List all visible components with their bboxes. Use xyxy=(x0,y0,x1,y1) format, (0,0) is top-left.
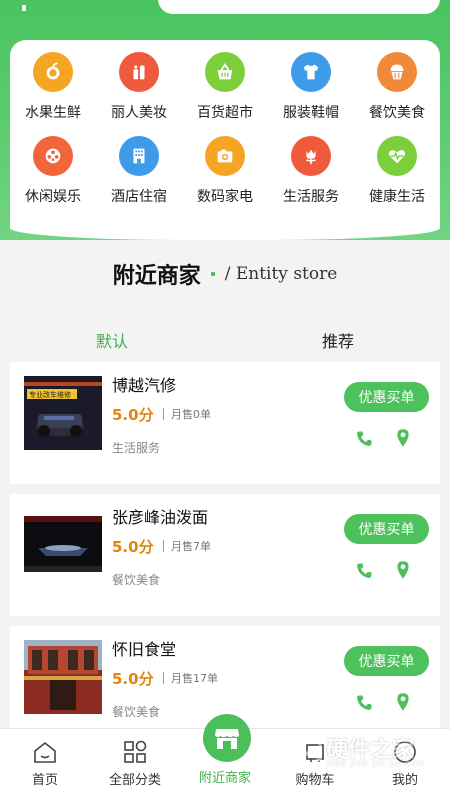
store-score: 5.0分 xyxy=(112,670,154,688)
category-label: 健康生活 xyxy=(369,189,425,205)
category-clothing[interactable]: 服装鞋帽 xyxy=(268,52,354,122)
watermark: 硬件之家 YING JIAN ZHI JIA.COM xyxy=(290,728,440,776)
store-thumbnail xyxy=(24,640,102,714)
store-category: 餐饮美食 xyxy=(112,573,161,587)
tab-recommend[interactable]: 推荐 xyxy=(322,328,354,352)
category-grid: 水果生鲜 丽人美妆 百货超市 服装鞋帽 餐饮美食 休闲娱乐 酒店住宿 数码家电 … xyxy=(10,52,440,206)
nav-all-categories[interactable]: 全部分类 xyxy=(90,729,180,800)
nav-home[interactable]: 首页 xyxy=(0,729,90,800)
store-thumbnail xyxy=(24,508,102,582)
category-beauty[interactable]: 丽人美妆 xyxy=(96,52,182,122)
thumb-text: 专业改车维修 xyxy=(29,390,71,399)
store-card[interactable]: 专业改车维修 博越汽修 5.0分 月售0单 生活服务 优惠买单 xyxy=(10,362,440,484)
category-label: 休闲娱乐 xyxy=(25,189,81,205)
category-label: 百货超市 xyxy=(197,105,253,121)
category-life-service[interactable]: 生活服务 xyxy=(268,136,354,206)
flower-icon xyxy=(291,136,331,176)
phone-icon[interactable] xyxy=(355,562,373,580)
category-hotel[interactable]: 酒店住宿 xyxy=(96,136,182,206)
category-entertainment[interactable]: 休闲娱乐 xyxy=(10,136,96,206)
store-sales: 月售0单 xyxy=(171,408,211,421)
store-score: 5.0分 xyxy=(112,406,154,424)
cupcake-icon xyxy=(377,52,417,92)
camera-icon xyxy=(205,136,245,176)
nav-label: 附近商家 xyxy=(198,771,251,786)
store-category: 生活服务 xyxy=(112,441,161,455)
category-label: 餐饮美食 xyxy=(369,105,425,121)
store-tabs: 默认 推荐 xyxy=(0,320,450,360)
category-label: 数码家电 xyxy=(197,189,253,205)
phone-icon[interactable] xyxy=(355,694,373,712)
store-name: 博越汽修 xyxy=(112,376,177,395)
store-name: 张彦峰油泼面 xyxy=(112,508,209,527)
store-thumbnail: 专业改车维修 xyxy=(24,376,102,450)
heartbeat-icon xyxy=(377,136,417,176)
header-left-fragment xyxy=(22,0,82,11)
discount-pay-button[interactable]: 优惠买单 xyxy=(344,646,429,676)
title-dot xyxy=(210,272,215,276)
category-food[interactable]: 餐饮美食 xyxy=(354,52,440,122)
watermark-subtext: YING JIAN ZHI JIA.COM xyxy=(326,760,425,768)
category-health[interactable]: 健康生活 xyxy=(354,136,440,206)
divider xyxy=(163,540,164,552)
section-title-cn: 附近商家 xyxy=(112,264,201,289)
store-name: 怀旧食堂 xyxy=(112,640,177,659)
grid-icon xyxy=(124,740,147,763)
category-label: 丽人美妆 xyxy=(111,105,167,121)
store-score: 5.0分 xyxy=(112,538,154,556)
home-icon xyxy=(34,741,56,763)
tab-default[interactable]: 默认 xyxy=(96,328,128,352)
section-title-en: / Entity store xyxy=(224,264,338,284)
discount-pay-button[interactable]: 优惠买单 xyxy=(344,382,429,412)
nav-label: 全部分类 xyxy=(108,773,161,788)
category-label: 生活服务 xyxy=(283,189,339,205)
category-fruit[interactable]: 水果生鲜 xyxy=(10,52,96,122)
category-digital[interactable]: 数码家电 xyxy=(182,136,268,206)
section-title: 附近商家 / Entity store xyxy=(0,258,450,290)
category-label: 服装鞋帽 xyxy=(283,105,339,121)
location-icon[interactable] xyxy=(395,428,411,448)
location-icon[interactable] xyxy=(395,692,411,712)
store-card[interactable]: 张彦峰油泼面 5.0分 月售7单 餐饮美食 优惠买单 xyxy=(10,494,440,616)
category-label: 水果生鲜 xyxy=(25,105,81,121)
shirt-icon xyxy=(291,52,331,92)
store-sales: 月售7单 xyxy=(171,540,211,553)
category-label: 酒店住宿 xyxy=(111,189,167,205)
film-reel-icon xyxy=(33,136,73,176)
search-bar[interactable] xyxy=(158,0,440,14)
building-icon xyxy=(119,136,159,176)
nearby-store-nav-button[interactable] xyxy=(203,714,251,762)
divider xyxy=(163,408,164,420)
location-icon[interactable] xyxy=(395,560,411,580)
divider xyxy=(163,672,164,684)
category-supermarket[interactable]: 百货超市 xyxy=(182,52,268,122)
store-category: 餐饮美食 xyxy=(112,705,161,719)
watermark-logo-icon xyxy=(292,734,322,768)
nav-label: 首页 xyxy=(31,773,58,788)
phone-icon[interactable] xyxy=(355,430,373,448)
store-sales: 月售17单 xyxy=(171,672,218,685)
discount-pay-button[interactable]: 优惠买单 xyxy=(344,514,429,544)
shopping-basket-icon xyxy=(205,52,245,92)
cosmetics-icon xyxy=(119,52,159,92)
fruit-icon xyxy=(33,52,73,92)
storefront-icon xyxy=(215,729,239,749)
